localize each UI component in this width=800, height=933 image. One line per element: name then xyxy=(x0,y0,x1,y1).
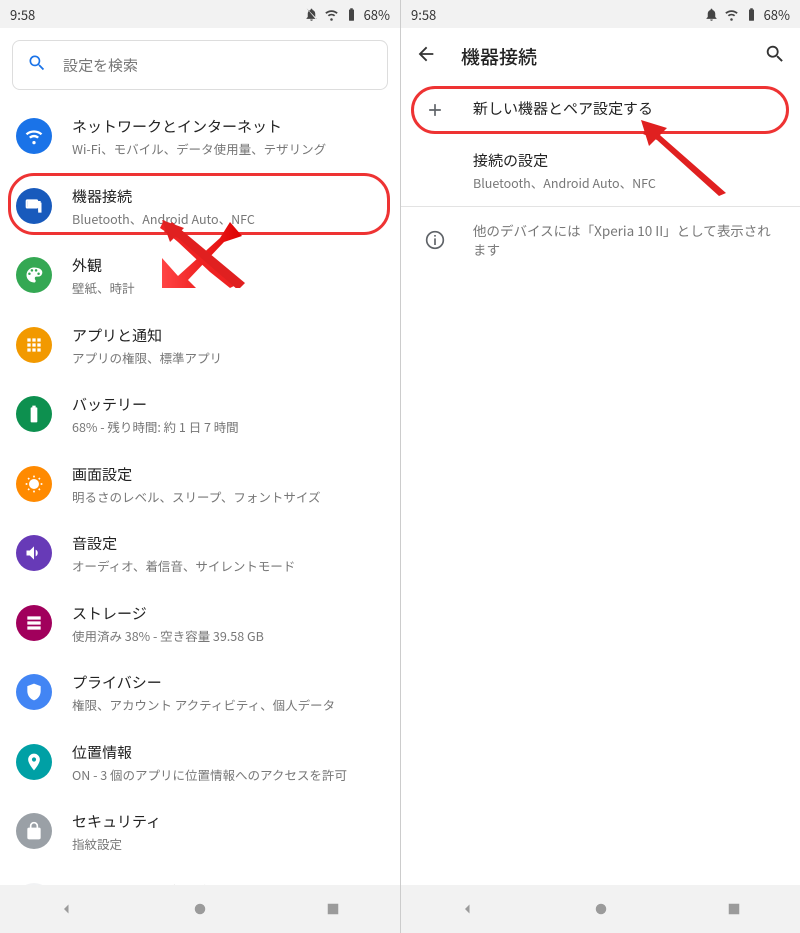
battery-percent: 68% xyxy=(764,5,790,24)
wifi-icon xyxy=(16,118,52,154)
item-subtitle: ON - 3 個のアプリに位置情報へのアクセスを許可 xyxy=(72,766,384,784)
item-subtitle: 明るさのレベル、スリープ、フォントサイズ xyxy=(72,488,384,506)
plus-icon xyxy=(417,100,453,120)
settings-item-display[interactable]: 画面設定明るさのレベル、スリープ、フォントサイズ xyxy=(0,450,400,520)
item-title: セキュリティ xyxy=(72,811,384,832)
device-visibility-info: 他のデバイスには「Xperia 10 II」として表示されます xyxy=(401,207,800,273)
nav-back[interactable] xyxy=(457,898,479,920)
item-title: 音設定 xyxy=(72,533,384,554)
item-title: アプリと通知 xyxy=(72,325,384,346)
nav-home[interactable] xyxy=(590,898,612,920)
item-title: ドコモのサービス/クラウド xyxy=(72,881,384,886)
search-placeholder: 設定を検索 xyxy=(63,55,138,76)
item-title: 機器接続 xyxy=(72,186,384,207)
status-bar: 9:58 68% xyxy=(0,0,400,28)
info-icon xyxy=(417,230,453,250)
volume-icon xyxy=(16,535,52,571)
palette-icon xyxy=(16,257,52,293)
settings-item-battery[interactable]: バッテリー 68% - 残り時間: 約 1 日 7 時間 xyxy=(0,380,400,450)
item-title: プライバシー xyxy=(72,672,384,693)
battery-icon xyxy=(744,7,759,22)
battery-icon xyxy=(16,396,52,432)
settings-item-docomo[interactable]: ドコモのサービス/クラウドdアカウント設定、ドコモアプリ xyxy=(0,867,400,886)
navigation-bar xyxy=(0,885,400,933)
nav-recent[interactable] xyxy=(322,898,344,920)
settings-item-connected-devices[interactable]: 機器接続 Bluetooth、Android Auto、NFC xyxy=(0,172,400,242)
battery-percent: 68% xyxy=(364,5,390,24)
item-subtitle: 68% - 残り時間: 約 1 日 7 時間 xyxy=(72,418,384,436)
navigation-bar xyxy=(401,885,800,933)
apps-icon xyxy=(16,327,52,363)
wifi-icon xyxy=(724,7,739,22)
location-icon xyxy=(16,744,52,780)
item-title: 画面設定 xyxy=(72,464,384,485)
privacy-icon xyxy=(16,674,52,710)
item-title: 接続の設定 xyxy=(473,150,784,171)
dnd-icon xyxy=(304,7,319,22)
battery-icon xyxy=(344,7,359,22)
settings-search[interactable]: 設定を検索 xyxy=(12,40,388,90)
item-title: 新しい機器とペア設定する xyxy=(473,98,784,119)
wifi-icon xyxy=(324,7,339,22)
item-subtitle: アプリの権限、標準アプリ xyxy=(72,349,384,367)
settings-item-apps[interactable]: アプリと通知アプリの権限、標準アプリ xyxy=(0,311,400,381)
page-title: 機器接続 xyxy=(461,43,537,70)
item-subtitle: Bluetooth、Android Auto、NFC xyxy=(72,210,384,228)
app-bar: 機器接続 xyxy=(401,28,800,84)
status-time: 9:58 xyxy=(411,5,436,24)
item-subtitle: Bluetooth、Android Auto、NFC xyxy=(473,174,784,192)
devices-icon xyxy=(16,188,52,224)
item-title: ネットワークとインターネット xyxy=(72,116,384,137)
item-title: 外観 xyxy=(72,255,384,276)
item-subtitle: 権限、アカウント アクティビティ、個人データ xyxy=(72,696,384,714)
item-subtitle: 使用済み 38% - 空き容量 39.58 GB xyxy=(72,627,384,645)
item-title: ストレージ xyxy=(72,603,384,624)
settings-item-network[interactable]: ネットワークとインターネット Wi-Fi、モバイル、データ使用量、テザリング xyxy=(0,102,400,172)
item-title: バッテリー xyxy=(72,394,384,415)
dnd-icon xyxy=(704,7,719,22)
lock-icon xyxy=(16,813,52,849)
nav-recent[interactable] xyxy=(723,898,745,920)
settings-item-location[interactable]: 位置情報 ON - 3 個のアプリに位置情報へのアクセスを許可 xyxy=(0,728,400,798)
status-bar: 9:58 68% xyxy=(401,0,800,28)
item-subtitle: 指紋設定 xyxy=(72,835,384,853)
connected-devices-screen: 9:58 68% 機器接続 新しい機器とペア設定する 接続の設定 Bluetoot… xyxy=(400,0,800,933)
nav-home[interactable] xyxy=(189,898,211,920)
search-button[interactable] xyxy=(764,43,786,70)
search-icon xyxy=(27,53,47,78)
item-subtitle: 壁紙、時計 xyxy=(72,279,384,297)
settings-item-storage[interactable]: ストレージ使用済み 38% - 空き容量 39.58 GB xyxy=(0,589,400,659)
settings-item-security[interactable]: セキュリティ指紋設定 xyxy=(0,797,400,867)
status-time: 9:58 xyxy=(10,5,35,24)
settings-item-sound[interactable]: 音設定オーディオ、着信音、サイレントモード xyxy=(0,519,400,589)
settings-main-screen: 9:58 68% 設定を検索 ネットワークとインターネット Wi-Fi、モバイル、… xyxy=(0,0,400,933)
item-subtitle: オーディオ、着信音、サイレントモード xyxy=(72,557,384,575)
gear-icon xyxy=(16,883,52,886)
item-subtitle: Wi-Fi、モバイル、データ使用量、テザリング xyxy=(72,140,384,158)
storage-icon xyxy=(16,605,52,641)
settings-item-privacy[interactable]: プライバシー権限、アカウント アクティビティ、個人データ xyxy=(0,658,400,728)
item-title: 位置情報 xyxy=(72,742,384,763)
settings-item-appearance[interactable]: 外観壁紙、時計 xyxy=(0,241,400,311)
brightness-icon xyxy=(16,466,52,502)
info-text: 他のデバイスには「Xperia 10 II」として表示されます xyxy=(473,221,784,259)
back-button[interactable] xyxy=(415,43,437,70)
connection-preferences[interactable]: 接続の設定 Bluetooth、Android Auto、NFC xyxy=(401,136,800,206)
nav-back[interactable] xyxy=(56,898,78,920)
pair-new-device[interactable]: 新しい機器とペア設定する xyxy=(401,84,800,136)
